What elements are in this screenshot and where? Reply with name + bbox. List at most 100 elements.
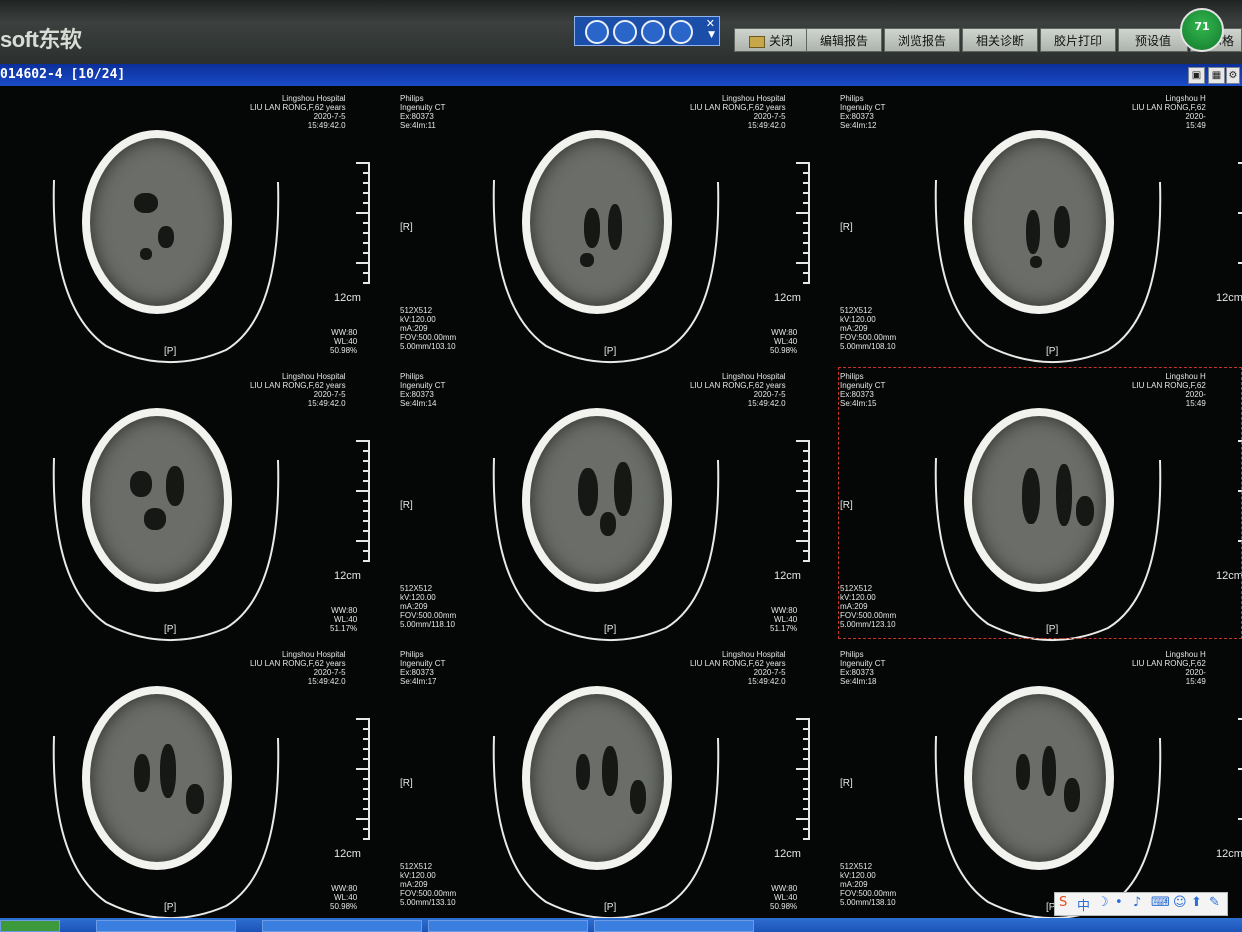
mic-icon[interactable]: ♪ xyxy=(1133,895,1141,910)
ct-image-panel[interactable]: Lingshou Hospital LIU LAN RONG,F,62 years… xyxy=(0,86,456,363)
info-zoom: 50.98% xyxy=(330,902,358,911)
floating-control-panel[interactable]: ✕ ▼ xyxy=(574,16,720,46)
ruler-tick xyxy=(803,550,810,552)
info-wl: WL:40 xyxy=(774,337,798,346)
ventricle-shadow xyxy=(608,204,622,250)
patient-info: Lingshou Hospital LIU LAN RONG,F,62 years… xyxy=(250,650,346,686)
close-button[interactable]: 关闭 xyxy=(734,28,808,52)
info-patient: LIU LAN RONG,F,62 xyxy=(1132,103,1206,112)
orientation-posterior: [P] xyxy=(164,624,177,635)
brain-scan-image[interactable] xyxy=(522,408,672,592)
scanner-info: Philips Ingenuity CT Ex:80373 Se:4Im:17 xyxy=(400,650,445,686)
info-wl: WL:40 xyxy=(334,615,358,624)
ruler-tick xyxy=(363,530,370,532)
info-date: 2020-7-5 xyxy=(753,112,786,121)
moon-icon[interactable]: ☽ xyxy=(1097,895,1109,910)
ruler-tick xyxy=(803,758,810,760)
ct-image-panel[interactable]: Lingshou H LIU LAN RONG,F,62 2020- 15:49 12c… xyxy=(882,642,1242,919)
info-date: 2020-7-5 xyxy=(753,668,786,677)
ventricle-shadow xyxy=(580,253,594,267)
brain-scan-image[interactable] xyxy=(82,130,232,314)
info-time: 15:49:42.0 xyxy=(307,121,346,130)
ct-image-panel[interactable]: Lingshou Hospital LIU LAN RONG,F,62 years… xyxy=(0,364,456,641)
patient-info: Lingshou Hospital LIU LAN RONG,F,62 years… xyxy=(690,94,786,130)
brain-scan-image[interactable] xyxy=(82,408,232,592)
circle-button-2[interactable] xyxy=(613,20,637,44)
ventricle-shadow xyxy=(144,508,166,530)
brain-scan-image[interactable] xyxy=(522,130,672,314)
ruler-tick xyxy=(803,242,810,244)
info-patient: LIU LAN RONG,F,62 xyxy=(1132,659,1206,668)
film-print-button[interactable]: 胶片打印 xyxy=(1040,28,1116,52)
ruler-tick xyxy=(803,232,810,234)
ruler-tick xyxy=(803,838,810,840)
brain-scan-image[interactable] xyxy=(522,686,672,870)
brain-scan-image[interactable] xyxy=(964,130,1114,314)
layout-icon[interactable]: ▦ xyxy=(1208,67,1225,84)
info-ww: WW:80 xyxy=(771,606,798,615)
task-item-1[interactable] xyxy=(96,920,236,932)
user-icon[interactable]: ☺ xyxy=(1173,895,1187,910)
ct-image-panel[interactable]: Lingshou H LIU LAN RONG,F,62 2020- 15:49 12c… xyxy=(882,86,1242,363)
ct-image-panel[interactable]: Lingshou Hospital LIU LAN RONG,F,62 years… xyxy=(440,86,896,363)
ct-image-panel[interactable]: Lingshou Hospital LIU LAN RONG,F,62 years… xyxy=(440,642,896,919)
orientation-right: [R] xyxy=(840,222,853,233)
ruler-tick xyxy=(1238,162,1242,164)
ruler-tick xyxy=(803,798,810,800)
task-item-3[interactable] xyxy=(428,920,588,932)
shirt-icon[interactable]: ⬆ xyxy=(1191,895,1202,910)
ruler-tick xyxy=(363,748,370,750)
related-diagnosis-button[interactable]: 相关诊断 xyxy=(962,28,1038,52)
circle-button-1[interactable] xyxy=(585,20,609,44)
info-vendor: Philips xyxy=(840,650,864,659)
close-icon[interactable]: ✕ xyxy=(706,17,715,30)
info-date: 2020- xyxy=(1185,668,1206,677)
sogou-icon[interactable]: S xyxy=(1059,895,1067,910)
measurement-ruler xyxy=(1238,162,1242,284)
ventricle-shadow xyxy=(630,780,646,814)
edit-report-button[interactable]: 编辑报告 xyxy=(806,28,882,52)
ruler-label: 12cm xyxy=(334,848,361,860)
info-zoom: 51.17% xyxy=(330,624,358,633)
folder-icon xyxy=(748,35,765,48)
ruler-tick xyxy=(363,450,370,452)
ct-image-panel[interactable]: Lingshou Hospital LIU LAN RONG,F,62 years… xyxy=(440,364,896,641)
ventricle-shadow xyxy=(134,754,150,792)
scanner-info: Philips Ingenuity CT Ex:80373 Se:4Im:11 xyxy=(400,94,445,130)
circle-button-3[interactable] xyxy=(641,20,665,44)
task-item-4[interactable] xyxy=(594,920,754,932)
ime-toolbar[interactable]: S 中 ☽ • ♪ ⌨ ☺ ⬆ ✎ xyxy=(1054,892,1228,916)
image-viewer-grid[interactable]: Lingshou Hospital LIU LAN RONG,F,62 years… xyxy=(0,86,1242,919)
ruler-tick xyxy=(796,718,810,720)
info-time: 15:49 xyxy=(1185,677,1206,686)
browse-report-button[interactable]: 浏览报告 xyxy=(884,28,960,52)
info-vendor: Philips xyxy=(400,94,424,103)
ruler-tick xyxy=(1238,768,1242,770)
ruler-tick xyxy=(363,520,370,522)
brain-scan-image[interactable] xyxy=(964,686,1114,870)
task-item-2[interactable] xyxy=(262,920,422,932)
start-button[interactable] xyxy=(0,920,60,932)
ventricle-shadow xyxy=(600,512,616,536)
info-patient: LIU LAN RONG,F,62 years xyxy=(690,659,786,668)
ruler-tick xyxy=(356,490,370,492)
info-wl: WL:40 xyxy=(334,893,358,902)
wrench-icon[interactable]: ✎ xyxy=(1209,895,1220,910)
brain-scan-image[interactable] xyxy=(82,686,232,870)
ime-mode-label[interactable]: 中 xyxy=(1077,895,1090,914)
ventricle-shadow xyxy=(1026,210,1040,254)
ventricle-shadow xyxy=(578,468,598,516)
keyboard-icon[interactable]: ⌨ xyxy=(1151,895,1170,910)
preset-button[interactable]: 预设值 xyxy=(1118,28,1188,52)
chevron-down-icon[interactable]: ▼ xyxy=(708,30,715,40)
ruler-tick xyxy=(803,510,810,512)
ct-image-panel[interactable]: Lingshou Hospital LIU LAN RONG,F,62 years… xyxy=(0,642,456,919)
settings-icon[interactable]: ⚙ xyxy=(1226,67,1240,84)
ruler-tick xyxy=(803,828,810,830)
punct-icon[interactable]: • xyxy=(1115,895,1123,910)
save-icon[interactable]: ▣ xyxy=(1188,67,1205,84)
ruler-tick xyxy=(363,232,370,234)
info-date: 2020- xyxy=(1185,112,1206,121)
measurement-ruler xyxy=(356,162,370,284)
circle-button-4[interactable] xyxy=(669,20,693,44)
